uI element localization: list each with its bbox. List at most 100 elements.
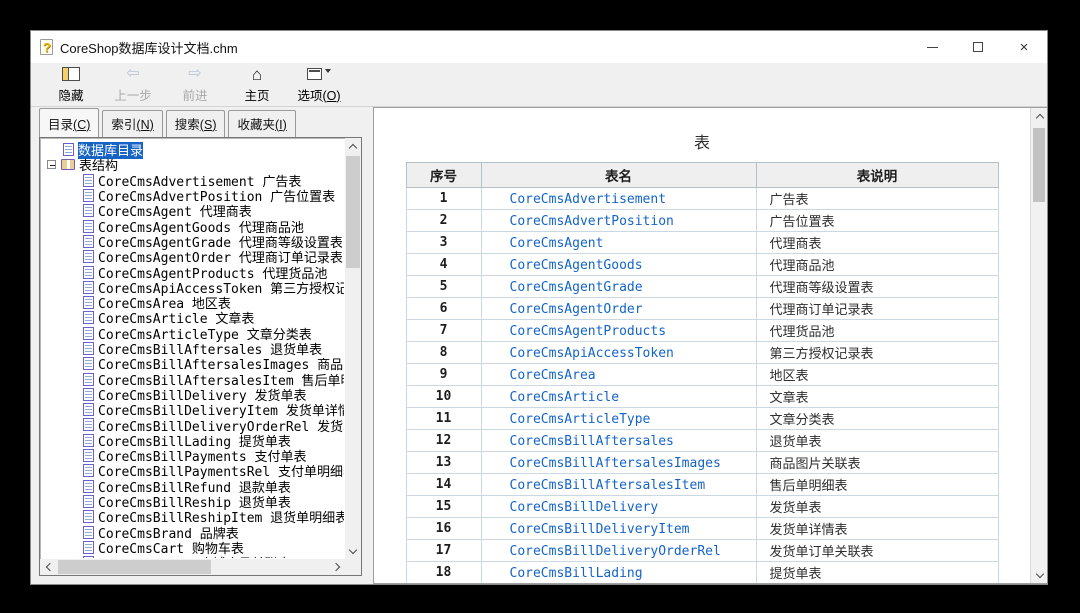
page-icon [83,342,94,355]
back-arrow-icon: ⇦ [126,65,140,82]
row-number-cell: 1 [405,187,482,210]
table-name-cell: CoreCmsApiAccessToken [480,341,757,364]
options-icon [307,68,322,80]
table-row: 8 CoreCmsApiAccessToken 第三方授权记录表 [405,341,999,364]
table-name-link[interactable]: CoreCmsAdvertisement [510,192,667,207]
table-row: 17 CoreCmsBillDeliveryOrderRel 发货单订单关联表 [405,539,999,562]
table-name-cell: CoreCmsAgent [480,231,757,254]
table-name-link[interactable]: CoreCmsArea [510,368,596,383]
table-row: 12 CoreCmsBillAftersales 退货单表 [405,429,999,452]
table-desc-cell: 广告表 [755,187,999,210]
table-name-link[interactable]: CoreCmsApiAccessToken [510,346,674,361]
back-button-label: 上一步 [114,88,152,103]
collapse-minus-icon[interactable] [47,160,56,170]
row-number-cell: 2 [405,209,482,232]
table-name-link[interactable]: CoreCmsBillLading [510,566,643,581]
row-number-cell: 10 [405,385,482,408]
scroll-down-button[interactable] [1031,567,1047,583]
content-vertical-scrollbar[interactable] [1030,108,1047,583]
scroll-right-button[interactable] [329,559,345,575]
tree-hscroll-thumb[interactable] [58,560,211,574]
table-name-cell: CoreCmsAgentGoods [480,253,757,276]
table-name-link[interactable]: CoreCmsBillDeliveryItem [510,522,690,537]
maximize-button[interactable] [955,31,1001,63]
table-name-cell: CoreCmsArticle [480,385,757,408]
table-desc-cell: 地区表 [755,363,999,386]
tab-search[interactable]: 搜索S [165,110,226,137]
table-name-link[interactable]: CoreCmsArticle [510,390,620,405]
tab-contents[interactable]: 目录C [39,108,100,137]
hide-button[interactable]: 隐藏 [43,65,99,105]
page-icon [83,234,94,248]
table-name-link[interactable]: CoreCmsBillDelivery [510,500,659,515]
table-desc-cell: 发货单详情表 [755,517,999,540]
tree-children: CoreCmsAdvertisement 广告表 CoreCmsAdvertPo… [43,173,344,558]
table-name-link[interactable]: CoreCmsAgentProducts [510,324,667,339]
tables-tbody: 1 CoreCmsAdvertisement 广告表 2 CoreCmsAdve… [405,187,999,583]
page-icon [83,494,94,508]
row-number-cell: 5 [405,275,482,298]
page-icon [83,510,94,524]
table-desc-cell: 退货单表 [755,429,999,452]
nav-tabs: 目录C 索引N 搜索S 收藏夹I [39,108,362,137]
row-number-cell: 13 [405,451,482,474]
tab-favorites[interactable]: 收藏夹I [228,110,296,137]
table-row: 7 CoreCmsAgentProducts 代理货品池 [405,319,999,342]
forward-button[interactable]: ⇨ 前进 [167,65,223,105]
table-desc-cell: 代理货品池 [755,319,999,342]
chm-viewer-window: CoreShop数据库设计文档.chm × 隐藏 ⇦ 上一步 ⇨ 前进 ⌂ 主页… [30,30,1048,585]
hscroll-track[interactable] [56,559,329,575]
page-icon [83,556,94,558]
tab-index[interactable]: 索引N [102,110,163,137]
close-icon: × [1019,38,1029,56]
table-name-cell: CoreCmsBillDeliveryOrderRel [480,539,757,562]
scroll-up-button[interactable] [1031,108,1047,124]
page-icon [83,479,94,493]
back-button[interactable]: ⇦ 上一步 [105,65,161,105]
contents-tree-panel: 数据库目录 表结构 CoreCmsAdvertisement 广告表 CoreC… [39,137,362,576]
table-name-link[interactable]: CoreCmsAgentGoods [510,258,643,273]
maximize-icon [973,42,983,52]
scroll-up-button[interactable] [345,138,361,154]
page-icon [83,540,94,554]
row-number-cell: 3 [405,231,482,254]
page-icon [63,143,74,157]
table-name-link[interactable]: CoreCmsAgentGrade [510,280,643,295]
content-vscroll-thumb[interactable] [1033,128,1045,202]
table-name-cell: CoreCmsBillDelivery [480,495,757,518]
minimize-button[interactable] [909,31,955,63]
row-number-cell: 4 [405,253,482,276]
scroll-left-button[interactable] [40,559,56,575]
home-button[interactable]: ⌂ 主页 [229,65,285,105]
scroll-down-button[interactable] [345,543,361,559]
table-name-cell: CoreCmsAgentGrade [480,275,757,298]
table-name-link[interactable]: CoreCmsAdvertPosition [510,214,674,229]
table-desc-cell: 第三方授权记录表 [755,341,999,364]
table-row: 9 CoreCmsArea 地区表 [405,363,999,386]
page-icon [83,449,94,463]
table-name-link[interactable]: CoreCmsBillAftersales [510,434,674,449]
table-name-link[interactable]: CoreCmsAgent [510,236,604,251]
table-row: 11 CoreCmsArticleType 文章分类表 [405,407,999,430]
table-name-cell: CoreCmsBillAftersalesImages [480,451,757,474]
table-name-link[interactable]: CoreCmsArticleType [510,412,651,427]
page-icon [83,403,94,417]
table-name-link[interactable]: CoreCmsAgentOrder [510,302,643,317]
table-row: 18 CoreCmsBillLading 提货单表 [405,561,999,583]
minimize-icon [926,46,938,48]
table-name-link[interactable]: CoreCmsBillDeliveryOrderRel [510,544,721,559]
page-icon [83,433,94,447]
table-name-cell: CoreCmsAdvertPosition [480,209,757,232]
table-desc-cell: 商品图片关联表 [755,451,999,474]
table-row: 5 CoreCmsAgentGrade 代理商等级设置表 [405,275,999,298]
table-name-link[interactable]: CoreCmsBillAftersalesItem [510,478,706,493]
table-name-link[interactable]: CoreCmsBillAftersalesImages [510,456,721,471]
tree-horizontal-scrollbar[interactable] [40,559,345,575]
tree-vertical-scrollbar[interactable] [345,138,361,559]
tree-item-table[interactable]: CoreCmsClerk 店铺店员关联表 [43,555,344,558]
table-desc-cell: 代理商等级设置表 [755,275,999,298]
tree-vscroll-thumb[interactable] [346,156,360,268]
close-button[interactable]: × [1001,31,1047,63]
table-desc-cell: 发货单表 [755,495,999,518]
options-button[interactable]: 选项O [291,65,347,105]
